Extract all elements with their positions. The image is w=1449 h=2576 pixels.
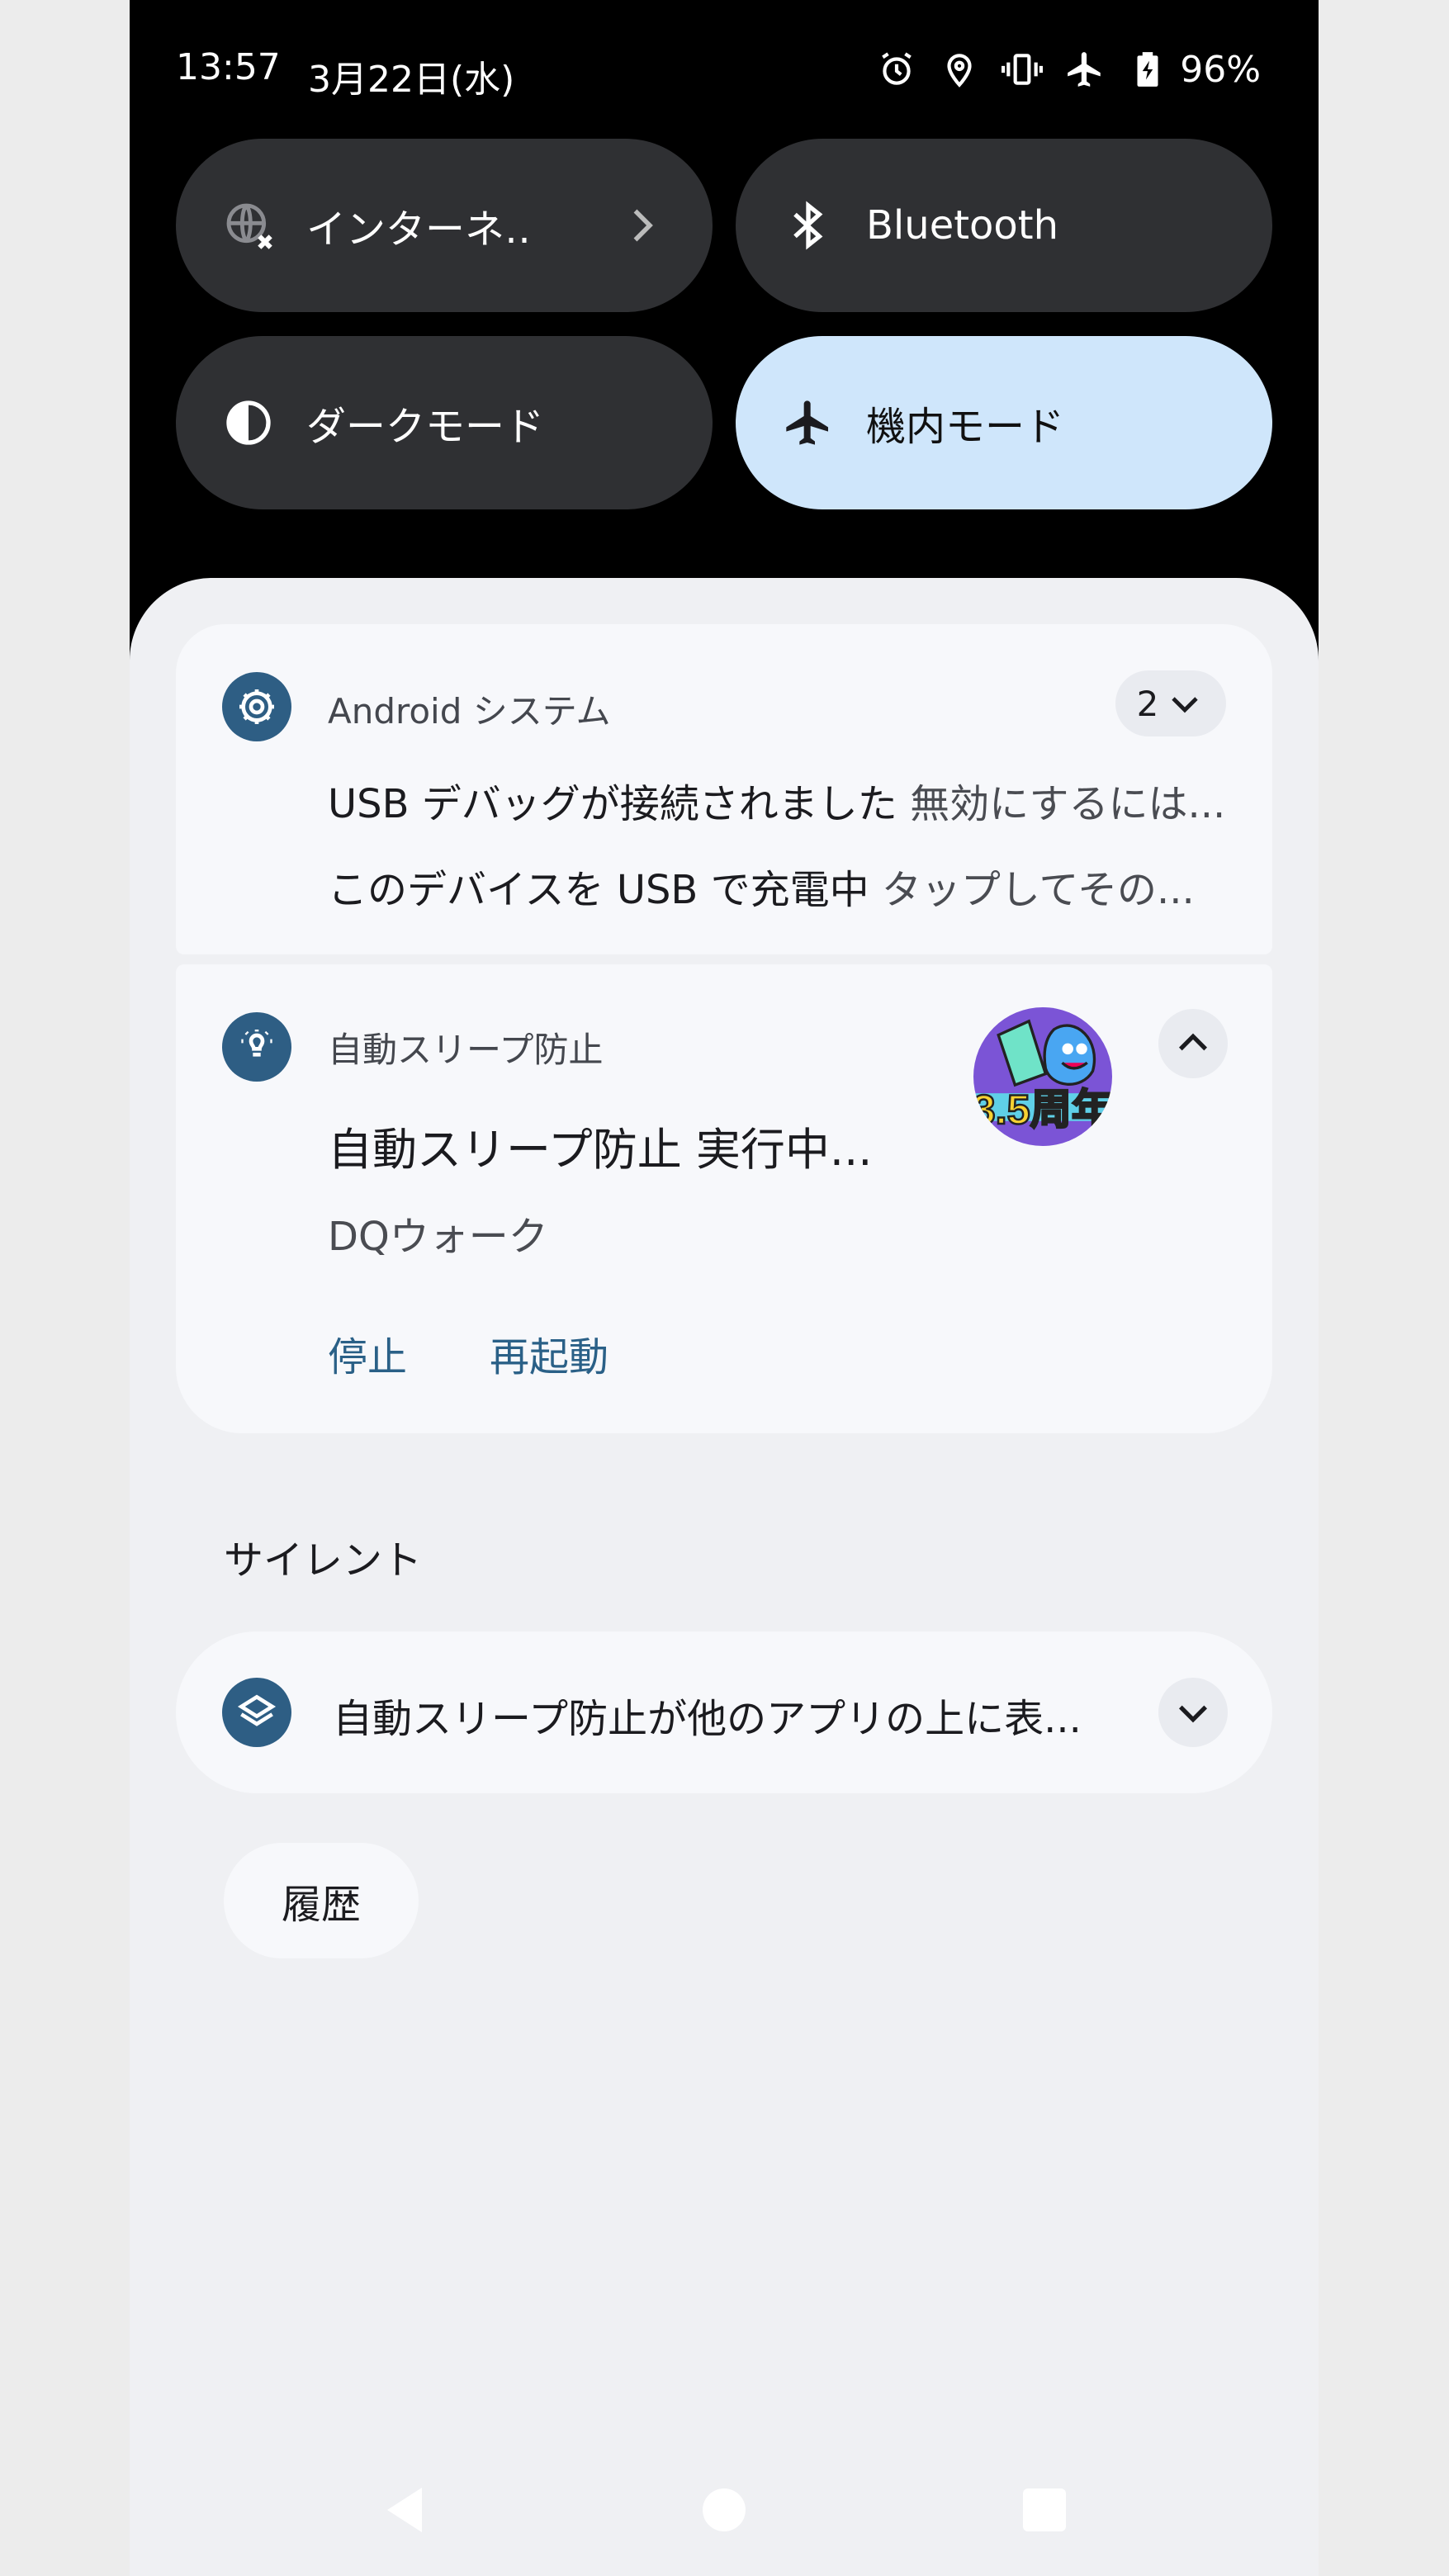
- game-thumbnail: 3.5周年: [973, 1007, 1112, 1146]
- bluetooth-icon: [782, 199, 835, 252]
- tile-bluetooth-label: Bluetooth: [866, 202, 1059, 249]
- location-icon: [947, 54, 972, 88]
- chevron-down-icon: [1172, 697, 1199, 713]
- battery-charging-icon: [1137, 52, 1158, 87]
- collapse-button[interactable]: [1158, 1009, 1228, 1078]
- notification-shade: Android システム 2 USB デバッグが接続されました 無効にするには.…: [130, 578, 1319, 2576]
- globe-off-icon: [222, 199, 275, 252]
- settings-gear-icon: [222, 672, 291, 741]
- expand-button[interactable]: [1158, 1678, 1228, 1747]
- notification-line[interactable]: このデバイスを USB で充電中 タップしてその...: [328, 857, 1195, 915]
- airplane-icon: [1068, 52, 1101, 87]
- app-name: Android システム: [328, 691, 611, 732]
- status-date: 3月22日(水): [308, 59, 515, 101]
- airplane-icon: [782, 396, 835, 449]
- notification-title: このデバイスを USB で充電中: [328, 867, 869, 913]
- back-button[interactable]: [379, 2481, 429, 2539]
- status-icons: 96%: [876, 46, 1261, 92]
- app-name: 自動スリープ防止: [328, 1030, 604, 1070]
- home-button[interactable]: [699, 2485, 749, 2535]
- tile-dark-mode-label: ダークモード: [306, 404, 545, 450]
- dark-mode-icon: [222, 396, 275, 449]
- history-button[interactable]: 履歴: [224, 1843, 419, 1958]
- notification-overlay[interactable]: 自動スリープ防止が他のアプリの上に表...: [176, 1631, 1272, 1793]
- notification-title: USB デバッグが接続されました: [328, 781, 897, 827]
- notification-text: DQウォーク: [328, 1214, 548, 1260]
- chevron-down-icon: [1178, 1705, 1208, 1723]
- restart-button[interactable]: 再起動: [490, 1324, 608, 1382]
- notification-text: タップしてその...: [881, 867, 1195, 913]
- silent-section-header: サイレント: [224, 1537, 423, 1584]
- notification-title: 自動スリープ防止 実行中...: [328, 1124, 873, 1176]
- tile-airplane-mode-label: 機内モード: [866, 404, 1065, 450]
- notification-line[interactable]: USB デバッグが接続されました 無効にするには...: [328, 771, 1225, 829]
- tile-airplane-mode[interactable]: 機内モード: [736, 336, 1272, 509]
- chevron-right-icon: [633, 209, 653, 242]
- vibrate-icon: [1002, 54, 1044, 85]
- notification-text: 無効にするには...: [910, 781, 1226, 827]
- phone-screen: 13:57 3月22日(水) 96% インターネ‥ Bluetooth ダークモ…: [130, 0, 1319, 2576]
- status-time: 13:57: [176, 46, 281, 88]
- tile-dark-mode[interactable]: ダークモード: [176, 336, 713, 509]
- chevron-up-icon: [1178, 1033, 1208, 1051]
- tile-internet-label: インターネ‥: [306, 206, 532, 253]
- stop-button[interactable]: 停止: [328, 1324, 407, 1382]
- layers-icon: [222, 1678, 291, 1747]
- battery-percent: 96%: [1180, 48, 1261, 91]
- expand-group-button[interactable]: 2: [1115, 670, 1226, 736]
- notification-count: 2: [1136, 683, 1159, 724]
- notification-title: 自動スリープ防止が他のアプリの上に表...: [333, 1696, 1082, 1742]
- alarm-icon: [882, 52, 912, 85]
- tile-bluetooth[interactable]: Bluetooth: [736, 139, 1272, 312]
- tile-internet[interactable]: インターネ‥: [176, 139, 713, 312]
- lightbulb-icon: [222, 1012, 291, 1082]
- notification-auto-sleep[interactable]: 自動スリープ防止 自動スリープ防止 実行中... DQウォーク 3.5周年 停止…: [176, 964, 1272, 1433]
- recents-button[interactable]: [1021, 2487, 1068, 2533]
- notification-android-system[interactable]: Android システム 2 USB デバッグが接続されました 無効にするには.…: [176, 624, 1272, 954]
- thumbnail-text: 3.5周年: [973, 1086, 1112, 1133]
